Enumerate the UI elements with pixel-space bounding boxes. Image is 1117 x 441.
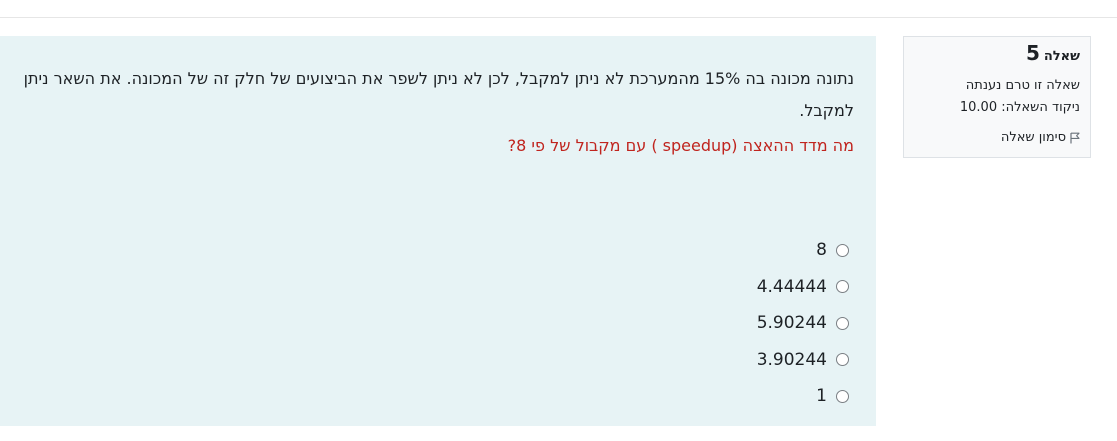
flag-question-button[interactable]: סימון שאלה <box>914 130 1080 145</box>
question-number-label: שאלה <box>1043 49 1080 64</box>
flag-outline-icon <box>1070 132 1080 144</box>
question-grade-label: ניקוד השאלה: <box>1001 100 1080 115</box>
answer-radio[interactable] <box>836 280 849 294</box>
question-info-panel: שאלה 5 שאלה זו טרם נענתה ניקוד השאלה: 10… <box>903 36 1091 158</box>
question-prompt: מה מדד ההאצה (speedup ) עם מקבול של פי 8… <box>507 136 854 155</box>
question-number-value: 5 <box>1025 41 1040 65</box>
answer-label: 1 <box>816 386 827 407</box>
answer-radio[interactable] <box>836 243 849 257</box>
question-content: נתונה מכונה בה 15% מהמערכת לא ניתן למקבל… <box>0 36 876 426</box>
question-grade-value: 10.00 <box>959 100 998 115</box>
answer-label: 5.90244 <box>756 313 827 334</box>
answer-radio[interactable] <box>836 389 849 403</box>
answer-option[interactable]: 8 <box>757 232 849 269</box>
answer-radio[interactable] <box>836 353 849 367</box>
answer-label: 4.44444 <box>756 276 827 297</box>
flag-question-label: סימון שאלה <box>1000 130 1066 145</box>
answer-option[interactable]: 4.44444 <box>757 269 849 306</box>
answer-option[interactable]: 3.90244 <box>757 342 849 379</box>
answer-list: 8 4.44444 5.90244 3.90244 1 <box>757 232 849 415</box>
question-status: שאלה זו טרם נענתה <box>965 78 1080 93</box>
answer-label: 8 <box>816 240 827 261</box>
answer-radio[interactable] <box>836 316 849 330</box>
answer-option[interactable]: 5.90244 <box>757 305 849 342</box>
question-number: שאלה 5 <box>914 43 1080 69</box>
top-divider <box>0 17 1117 18</box>
answer-option[interactable]: 1 <box>757 378 849 415</box>
question-text: נתונה מכונה בה 15% מהמערכת לא ניתן למקבל… <box>23 69 854 120</box>
question-grade: ניקוד השאלה: 10.00 <box>914 101 1080 115</box>
answer-label: 3.90244 <box>756 349 827 370</box>
